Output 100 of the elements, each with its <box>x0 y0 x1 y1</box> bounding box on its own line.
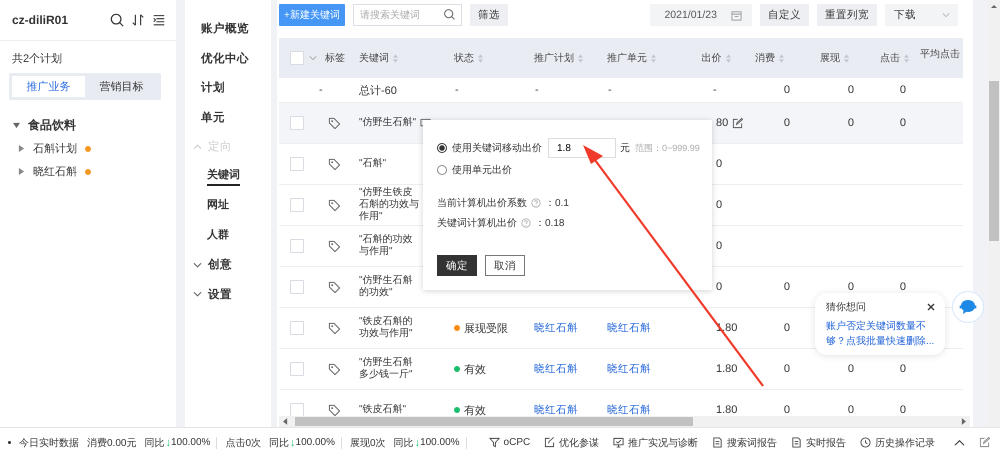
nav-item[interactable]: 账户概览 <box>201 21 249 36</box>
checkbox[interactable] <box>290 157 304 171</box>
table-cell: - <box>535 84 539 96</box>
unit-link[interactable]: 晓红石斛 <box>607 403 651 416</box>
table-cell: 0 <box>716 240 722 252</box>
column-header[interactable]: 平均点击 <box>920 47 960 61</box>
tool-button[interactable]: 优化参谋 <box>544 436 600 450</box>
column-header[interactable]: 推广单元 <box>607 51 647 65</box>
cancel-button[interactable]: 取消 <box>485 255 525 276</box>
table-cell: 0 <box>784 363 790 375</box>
stat-label: 当前计算机出价系数 <box>437 196 527 210</box>
unit-link[interactable]: 晓红石斛 <box>607 362 651 376</box>
tool-button[interactable]: 搜索词报告 <box>712 436 778 450</box>
caret-icon[interactable] <box>18 168 25 175</box>
tag-icon[interactable] <box>328 322 341 334</box>
column-header[interactable]: 状态 <box>454 51 474 65</box>
left-arrow-icon[interactable] <box>283 418 288 425</box>
search-field[interactable]: 请搜索关键词 <box>352 4 462 26</box>
checkbox[interactable] <box>290 239 304 253</box>
tab[interactable]: 营销目标 <box>85 76 158 97</box>
metric-label: 点击0次 <box>225 436 262 450</box>
search-icon[interactable] <box>442 8 456 21</box>
date-field[interactable]: 2021/01/23 <box>650 4 752 26</box>
plan-link[interactable]: 晓红石斛 <box>534 403 578 416</box>
nav-item[interactable]: 计划 <box>201 80 225 96</box>
column-header[interactable]: 消费 <box>755 51 775 65</box>
tag-icon[interactable] <box>328 404 341 416</box>
table-cell: 0 <box>900 117 906 129</box>
table-cell: 0 <box>716 281 722 293</box>
sort-icon[interactable] <box>131 13 145 27</box>
tag-icon[interactable] <box>328 362 341 376</box>
support-button[interactable] <box>952 291 984 323</box>
nav-item[interactable]: 设置 <box>208 286 232 302</box>
chevron-icon[interactable] <box>193 262 202 268</box>
table-cell: 0 <box>848 281 854 293</box>
plan-link[interactable]: 晓红石斛 <box>534 362 578 376</box>
checkbox[interactable] <box>290 51 304 65</box>
checkbox[interactable] <box>290 362 304 376</box>
calendar-icon[interactable] <box>731 10 742 20</box>
column-header[interactable]: 点击 <box>880 51 900 65</box>
radio-option[interactable]: 使用单元出价 <box>437 163 512 177</box>
table-cell: - <box>713 84 717 96</box>
column-header[interactable]: 出价 <box>702 51 722 65</box>
tree-item[interactable]: 石斛计划 <box>33 141 77 156</box>
confirm-button[interactable]: 确定 <box>437 255 477 276</box>
tag-icon[interactable] <box>328 198 341 212</box>
search-icon[interactable] <box>110 13 124 27</box>
nav-item[interactable]: 关键词 <box>207 166 240 186</box>
tag-icon[interactable] <box>328 280 341 294</box>
caret-icon[interactable] <box>13 122 20 129</box>
vertical-scrollbar[interactable] <box>988 0 1000 427</box>
nav-item[interactable]: 优化中心 <box>201 50 249 66</box>
toolbar-button[interactable]: 重置列宽 <box>817 4 877 26</box>
radio-option[interactable]: 使用关键词移动出价 <box>437 141 542 155</box>
column-header[interactable]: 推广计划 <box>534 51 574 65</box>
tag-icon[interactable] <box>328 158 341 170</box>
list-icon[interactable] <box>152 13 166 27</box>
nav-item[interactable]: 单元 <box>201 110 225 125</box>
checkbox[interactable] <box>290 403 304 416</box>
tree-item[interactable]: 晓红石斛 <box>33 164 77 179</box>
caret-icon[interactable] <box>18 145 25 152</box>
edit-icon[interactable] <box>979 437 990 448</box>
checkbox[interactable] <box>290 280 304 294</box>
nav-item[interactable]: 人群 <box>207 226 229 244</box>
filter-button[interactable]: 筛选 <box>470 4 508 26</box>
toolbar-button[interactable]: 自定义 <box>760 4 809 26</box>
column-header[interactable]: 展现 <box>820 51 840 65</box>
tool-button[interactable]: 实时报告 <box>791 436 846 450</box>
column-header[interactable]: 关键词 <box>359 51 389 65</box>
tag-icon[interactable] <box>328 116 341 130</box>
help-icon[interactable] <box>521 218 531 228</box>
scrollbar-thumb[interactable] <box>295 417 693 426</box>
chevron-icon[interactable] <box>193 291 202 298</box>
help-icon[interactable] <box>531 198 541 208</box>
up-arrow-icon[interactable] <box>991 4 997 9</box>
plan-link[interactable]: 晓红石斛 <box>534 321 578 335</box>
tree-item[interactable]: 食品饮料 <box>28 117 76 134</box>
tag-icon[interactable] <box>328 240 341 252</box>
close-icon[interactable] <box>927 303 935 311</box>
tool-button[interactable]: 历史操作记录 <box>860 436 936 450</box>
nav-item[interactable]: 网址 <box>207 197 229 214</box>
checkbox[interactable] <box>290 321 304 335</box>
tab[interactable]: 推广业务 <box>12 76 85 97</box>
help-link[interactable]: 账户否定关键词数量不够？点我批量快速删除... <box>826 319 938 349</box>
unit-link[interactable]: 晓红石斛 <box>607 321 651 335</box>
right-arrow-icon[interactable] <box>961 418 966 425</box>
download-dropdown[interactable]: 下载 <box>885 4 958 26</box>
bid-input[interactable]: 1.8 <box>548 138 616 158</box>
chevron-icon[interactable] <box>954 437 965 448</box>
scrollbar-thumb[interactable] <box>989 81 999 241</box>
edit-icon[interactable] <box>732 118 744 128</box>
column-header[interactable]: 标签 <box>325 51 345 65</box>
checkbox[interactable] <box>290 198 304 212</box>
status-text: 有效 <box>464 404 486 416</box>
tool-button[interactable]: 推广实况与诊断 <box>613 436 698 450</box>
nav-item[interactable]: 创意 <box>208 257 232 272</box>
document-icon <box>712 437 724 448</box>
checkbox[interactable] <box>290 116 304 130</box>
horizontal-scrollbar[interactable] <box>279 416 970 427</box>
tool-button[interactable]: oCPC <box>488 437 530 448</box>
